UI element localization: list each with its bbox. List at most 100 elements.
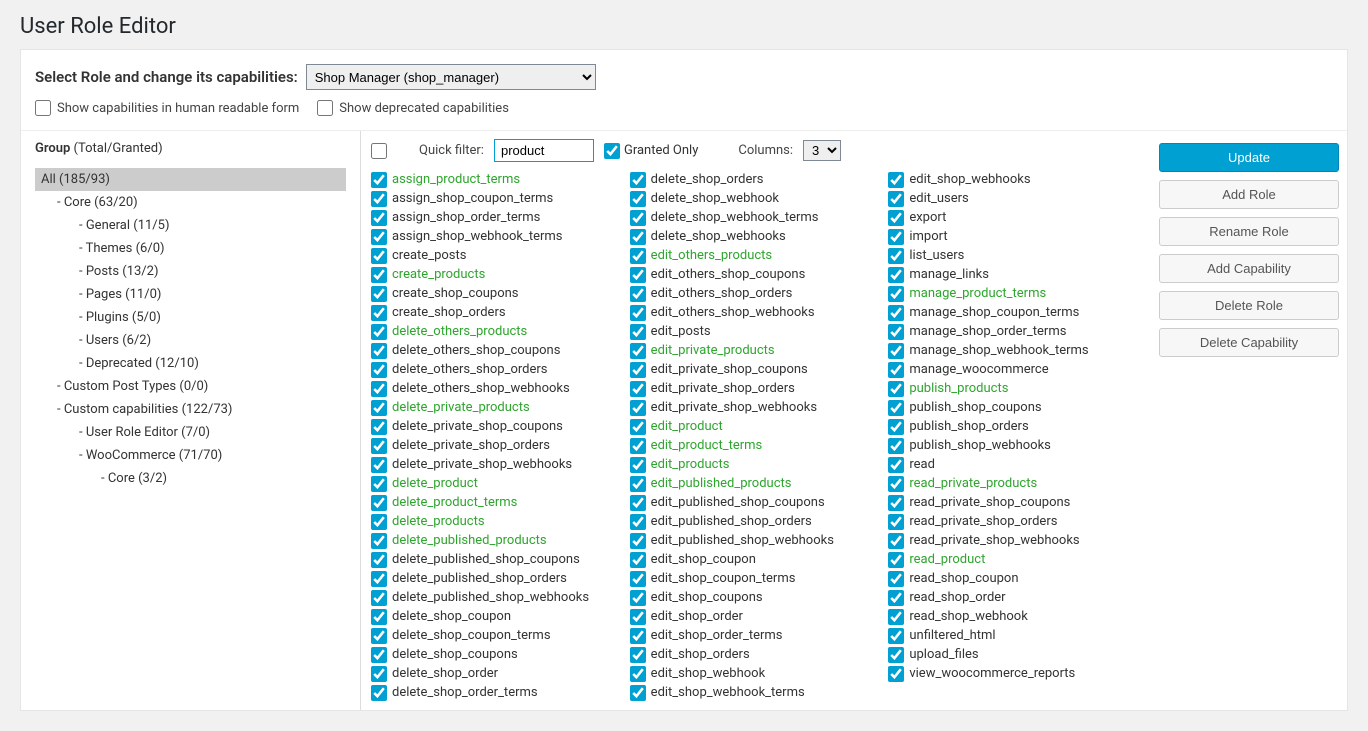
capability-checkbox[interactable]	[630, 685, 646, 701]
capability-label[interactable]: delete_shop_order_terms	[392, 684, 538, 701]
capability-checkbox[interactable]	[888, 533, 904, 549]
group-item[interactable]: - Pages (11/0)	[35, 283, 346, 306]
capability-checkbox[interactable]	[888, 666, 904, 682]
capability-label[interactable]: edit_published_products	[651, 475, 792, 492]
capability-label[interactable]: delete_others_shop_coupons	[392, 342, 560, 359]
capability-checkbox[interactable]	[630, 229, 646, 245]
capability-label[interactable]: edit_shop_order	[651, 608, 743, 625]
capability-label[interactable]: unfiltered_html	[909, 627, 995, 644]
capability-checkbox[interactable]	[888, 590, 904, 606]
capability-checkbox[interactable]	[630, 305, 646, 321]
human-readable-checkbox[interactable]	[35, 100, 51, 116]
capability-label[interactable]: delete_published_shop_webhooks	[392, 589, 589, 606]
capability-label[interactable]: read_private_shop_orders	[909, 513, 1057, 530]
capability-label[interactable]: edit_private_shop_coupons	[651, 361, 808, 378]
capability-checkbox[interactable]	[888, 571, 904, 587]
capability-checkbox[interactable]	[371, 609, 387, 625]
capability-label[interactable]: edit_private_shop_webhooks	[651, 399, 817, 416]
capability-checkbox[interactable]	[371, 286, 387, 302]
group-item[interactable]: - Core (63/20)	[35, 191, 346, 214]
capability-label[interactable]: edit_products	[651, 456, 730, 473]
capability-checkbox[interactable]	[630, 419, 646, 435]
capability-checkbox[interactable]	[371, 685, 387, 701]
group-item[interactable]: - Themes (6/0)	[35, 237, 346, 260]
capability-checkbox[interactable]	[371, 419, 387, 435]
capability-label[interactable]: edit_others_shop_webhooks	[651, 304, 815, 321]
capability-label[interactable]: edit_product	[651, 418, 723, 435]
deprecated-checkbox[interactable]	[317, 100, 333, 116]
capability-checkbox[interactable]	[888, 362, 904, 378]
capability-label[interactable]: publish_shop_webhooks	[909, 437, 1051, 454]
group-item[interactable]: - WooCommerce (71/70)	[35, 444, 346, 467]
capability-label[interactable]: delete_shop_coupon_terms	[392, 627, 551, 644]
capability-label[interactable]: edit_shop_coupon_terms	[651, 570, 796, 587]
capability-label[interactable]: delete_published_shop_coupons	[392, 551, 580, 568]
capability-label[interactable]: delete_private_shop_orders	[392, 437, 550, 454]
delete-capability-button[interactable]: Delete Capability	[1159, 328, 1339, 357]
capability-label[interactable]: manage_shop_coupon_terms	[909, 304, 1079, 321]
capability-checkbox[interactable]	[371, 438, 387, 454]
capability-label[interactable]: read_product	[909, 551, 985, 568]
capability-label[interactable]: delete_others_shop_webhooks	[392, 380, 570, 397]
capability-label[interactable]: publish_products	[909, 380, 1008, 397]
capability-label[interactable]: edit_shop_webhooks	[909, 171, 1030, 188]
capability-label[interactable]: delete_shop_webhook	[651, 190, 779, 207]
capability-checkbox[interactable]	[630, 571, 646, 587]
group-item[interactable]: - Plugins (5/0)	[35, 306, 346, 329]
capability-label[interactable]: manage_links	[909, 266, 989, 283]
rename-role-button[interactable]: Rename Role	[1159, 217, 1339, 246]
capability-label[interactable]: read_shop_order	[909, 589, 1005, 606]
capabilities-list[interactable]: assign_product_termsassign_shop_coupon_t…	[371, 170, 1137, 702]
granted-only-checkbox[interactable]	[604, 143, 620, 159]
capability-label[interactable]: edit_shop_webhook	[651, 665, 766, 682]
capability-label[interactable]: edit_others_shop_coupons	[651, 266, 806, 283]
capability-checkbox[interactable]	[371, 571, 387, 587]
capability-checkbox[interactable]	[371, 324, 387, 340]
capability-checkbox[interactable]	[888, 438, 904, 454]
capability-checkbox[interactable]	[888, 191, 904, 207]
add-role-button[interactable]: Add Role	[1159, 180, 1339, 209]
capability-checkbox[interactable]	[630, 248, 646, 264]
group-item[interactable]: - Custom capabilities (122/73)	[35, 398, 346, 421]
granted-only-option[interactable]: Granted Only	[604, 143, 698, 159]
capability-label[interactable]: manage_shop_order_terms	[909, 323, 1066, 340]
capability-checkbox[interactable]	[371, 476, 387, 492]
capability-checkbox[interactable]	[630, 514, 646, 530]
capability-label[interactable]: publish_shop_coupons	[909, 399, 1041, 416]
capability-checkbox[interactable]	[371, 362, 387, 378]
capability-checkbox[interactable]	[630, 286, 646, 302]
capability-checkbox[interactable]	[630, 343, 646, 359]
select-all-checkbox[interactable]	[371, 143, 387, 159]
capability-label[interactable]: edit_shop_order_terms	[651, 627, 783, 644]
capability-checkbox[interactable]	[888, 248, 904, 264]
delete-role-button[interactable]: Delete Role	[1159, 291, 1339, 320]
capability-label[interactable]: delete_others_shop_orders	[392, 361, 547, 378]
capability-checkbox[interactable]	[630, 609, 646, 625]
capability-label[interactable]: edit_users	[909, 190, 968, 207]
capability-label[interactable]: assign_product_terms	[392, 171, 520, 188]
capability-checkbox[interactable]	[371, 457, 387, 473]
capability-checkbox[interactable]	[630, 628, 646, 644]
capability-label[interactable]: manage_shop_webhook_terms	[909, 342, 1088, 359]
capability-label[interactable]: edit_posts	[651, 323, 711, 340]
capability-label[interactable]: read_private_products	[909, 475, 1037, 492]
capability-checkbox[interactable]	[888, 400, 904, 416]
capability-label[interactable]: delete_published_shop_orders	[392, 570, 567, 587]
capability-label[interactable]: delete_shop_webhooks	[651, 228, 786, 245]
capability-label[interactable]: read_shop_coupon	[909, 570, 1018, 587]
capability-checkbox[interactable]	[371, 210, 387, 226]
capability-checkbox[interactable]	[371, 248, 387, 264]
capability-label[interactable]: edit_shop_webhook_terms	[651, 684, 805, 701]
capability-label[interactable]: manage_product_terms	[909, 285, 1046, 302]
quick-filter-input[interactable]	[494, 139, 594, 162]
capability-checkbox[interactable]	[888, 286, 904, 302]
capability-label[interactable]: edit_private_products	[651, 342, 775, 359]
capability-checkbox[interactable]	[630, 191, 646, 207]
capability-label[interactable]: delete_published_products	[392, 532, 547, 549]
capability-label[interactable]: import	[909, 228, 947, 245]
group-item[interactable]: - General (11/5)	[35, 214, 346, 237]
capability-checkbox[interactable]	[630, 552, 646, 568]
group-item[interactable]: - Deprecated (12/10)	[35, 352, 346, 375]
capability-checkbox[interactable]	[888, 172, 904, 188]
capability-label[interactable]: read_private_shop_coupons	[909, 494, 1070, 511]
